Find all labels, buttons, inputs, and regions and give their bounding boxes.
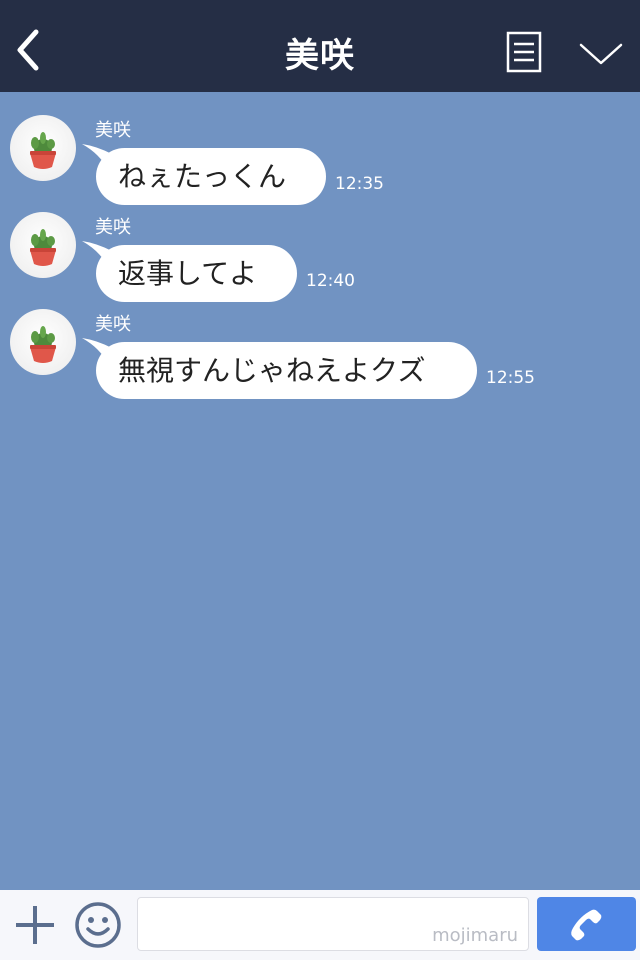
- sender-name: 美咲: [95, 217, 131, 238]
- smiley-icon: [75, 902, 121, 948]
- message-row: 美咲 ねぇたっくん 12:35: [0, 92, 640, 205]
- message-time: 12:55: [486, 368, 535, 388]
- add-button[interactable]: [14, 904, 56, 946]
- cactus-icon: [30, 132, 56, 169]
- collapse-button[interactable]: [578, 40, 624, 68]
- cactus-icon: [30, 229, 56, 266]
- plus-icon: [16, 906, 54, 944]
- message-input[interactable]: mojimaru: [137, 897, 529, 951]
- menu-button[interactable]: [506, 31, 542, 73]
- avatar[interactable]: [10, 212, 76, 278]
- chevron-down-icon: [579, 43, 623, 65]
- message-row: 美咲 無視すんじゃねえよクズ 12:55: [0, 286, 640, 399]
- watermark: mojimaru: [432, 925, 518, 946]
- avatar[interactable]: [10, 309, 76, 375]
- chat-header: 美咲: [0, 0, 640, 92]
- cactus-icon: [30, 326, 56, 363]
- phone-icon: [571, 909, 602, 941]
- sender-name: 美咲: [95, 314, 131, 335]
- avatar[interactable]: [10, 115, 76, 181]
- chat-area[interactable]: 美咲 ねぇたっくん 12:35 美咲 返事してよ 12:40 美咲 無視すんじゃ…: [0, 92, 640, 890]
- sender-name: 美咲: [95, 120, 131, 141]
- chat-title: 美咲: [285, 36, 355, 76]
- message-row: 美咲 返事してよ 12:40: [0, 189, 640, 302]
- emoji-button[interactable]: [74, 901, 122, 949]
- call-button[interactable]: [537, 897, 636, 951]
- message-bubble[interactable]: 無視すんじゃねえよクズ: [96, 342, 477, 399]
- note-list-icon: [506, 31, 542, 73]
